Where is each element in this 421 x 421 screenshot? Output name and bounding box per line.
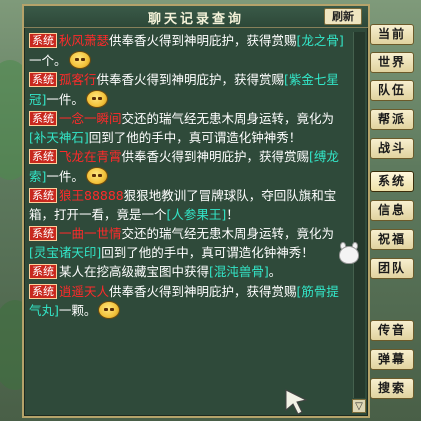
chat-history-panel: 聊天记录查询 刷新 系统 秋风萧瑟供奉香火得到神明庇护，获得赏赐[龙之骨]一个。系…	[22, 4, 370, 418]
message-text: 供奉香火得到神明庇护，获得赏赐	[109, 283, 297, 299]
tab-channel[interactable]: 系统	[370, 171, 414, 192]
tab-channel[interactable]: 信息	[370, 200, 414, 221]
emote-icon	[98, 301, 121, 319]
message-text: 供奉香火得到神明庇护，获得赏赐	[96, 72, 285, 87]
emote-icon	[85, 89, 108, 108]
tab-channel[interactable]: 搜索	[370, 378, 414, 399]
player-name[interactable]: 逍遥天人	[59, 284, 109, 299]
emote-icon	[68, 50, 91, 69]
system-tag: 系统	[29, 72, 57, 87]
system-tag: 系统	[29, 226, 57, 241]
chat-message: 系统 逍遥天人供奉香火得到神明庇护，获得赏赐[筋骨提气丸]一颗。	[29, 283, 349, 321]
panel-title: 聊天记录查询	[147, 12, 244, 27]
system-tag: 系统	[29, 111, 57, 126]
tab-channel[interactable]: 祝福	[370, 229, 414, 250]
player-name[interactable]: 一曲一世情	[59, 226, 122, 241]
panel-header: 聊天记录查询 刷新	[24, 6, 368, 28]
item-link[interactable]: [灵宝诸天印]	[29, 245, 101, 260]
player-name[interactable]: 飞龙在青霄	[59, 149, 122, 164]
system-tag: 系统	[29, 283, 57, 299]
message-text: 回到了他的手中，真可谓造化钟神秀！	[88, 129, 302, 145]
item-link[interactable]: [补天神石]	[29, 130, 89, 145]
scroll-down-button[interactable]: ▽	[352, 399, 366, 413]
tab-channel[interactable]: 世界	[370, 52, 414, 73]
message-text: 一颗。	[58, 303, 97, 318]
message-list: 系统 秋风萧瑟供奉香火得到神明庇护，获得赏赐[龙之骨]一个。 系统 孤客行供奉香火得到…	[26, 30, 352, 398]
tab-channel[interactable]: 当前	[370, 24, 414, 45]
message-text: 某人在挖高级藏宝图中获得	[59, 264, 210, 279]
player-name[interactable]: 狼王88888	[59, 188, 124, 203]
chat-message: 系统 一曲一世情交还的瑞气经无患木周身运转，竟化为 [灵宝诸天印]回到了他的手中，真…	[29, 225, 349, 262]
tab-channel[interactable]: 团队	[370, 258, 414, 279]
message-text: 。	[268, 264, 282, 279]
item-link[interactable]: [龙之骨]	[297, 33, 344, 48]
message-text: 回到了他的手中，真可谓造化钟神秀！	[101, 244, 314, 260]
player-name[interactable]: 秋风萧瑟	[59, 33, 109, 48]
system-tag: 系统	[29, 188, 57, 203]
scrollbar[interactable]	[353, 32, 365, 398]
player-name[interactable]: 一念一瞬间	[59, 111, 122, 126]
system-tag: 系统	[29, 149, 57, 164]
message-text: 一个。	[29, 52, 67, 68]
system-tag: 系统	[29, 33, 57, 48]
message-text: 供奉香火得到神明庇护，获得赏赐	[109, 33, 297, 48]
message-text: 交还的瑞气经无患木周身运转，竟化为	[121, 226, 335, 241]
pointer-cursor-icon	[285, 389, 308, 415]
item-link[interactable]: [混沌兽骨]	[209, 264, 269, 279]
message-text: 一件。	[46, 168, 84, 184]
tab-channel[interactable]: 传音	[370, 320, 414, 341]
item-link[interactable]: [人参果王]	[167, 207, 227, 222]
chat-message: 系统 一念一瞬间交还的瑞气经无患木周身运转，竟化为 [补天神石]回到了他的手中，真可…	[29, 110, 349, 147]
message-text: 一件。	[46, 91, 84, 107]
player-name[interactable]: 孤客行	[59, 72, 97, 87]
tab-channel[interactable]: 队伍	[370, 80, 414, 101]
system-tag: 系统	[29, 264, 57, 279]
chat-message: 系统 某人在挖高级藏宝图中获得[混沌兽骨]。	[29, 263, 349, 282]
chat-message: 系统 狼王88888狠狠地教训了冒牌球队，夺回队旗和宝箱，打开一看，竟是一个[人参…	[29, 187, 349, 224]
tab-channel[interactable]: 弹幕	[370, 349, 414, 370]
tab-channel[interactable]: 帮派	[370, 109, 414, 130]
message-text: 供奉香火得到神明庇护，获得赏赐	[121, 149, 310, 164]
message-text: 交还的瑞气经无患木周身运转，竟化为	[121, 111, 335, 126]
tab-channel[interactable]: 战斗	[370, 138, 414, 159]
message-text: ！	[226, 206, 239, 222]
pet-sprite	[338, 242, 360, 266]
chat-message: 系统 秋风萧瑟供奉香火得到神明庇护，获得赏赐[龙之骨] 一个。	[29, 32, 349, 70]
chat-message: 系统 孤客行供奉香火得到神明庇护，获得赏赐[紫金七星冠]一件。	[29, 71, 349, 109]
emote-icon	[85, 166, 108, 185]
chat-message: 系统 飞龙在青霄供奉香火得到神明庇护，获得赏赐[缚龙索]一件。	[29, 148, 349, 186]
refresh-button[interactable]: 刷新	[324, 8, 362, 25]
